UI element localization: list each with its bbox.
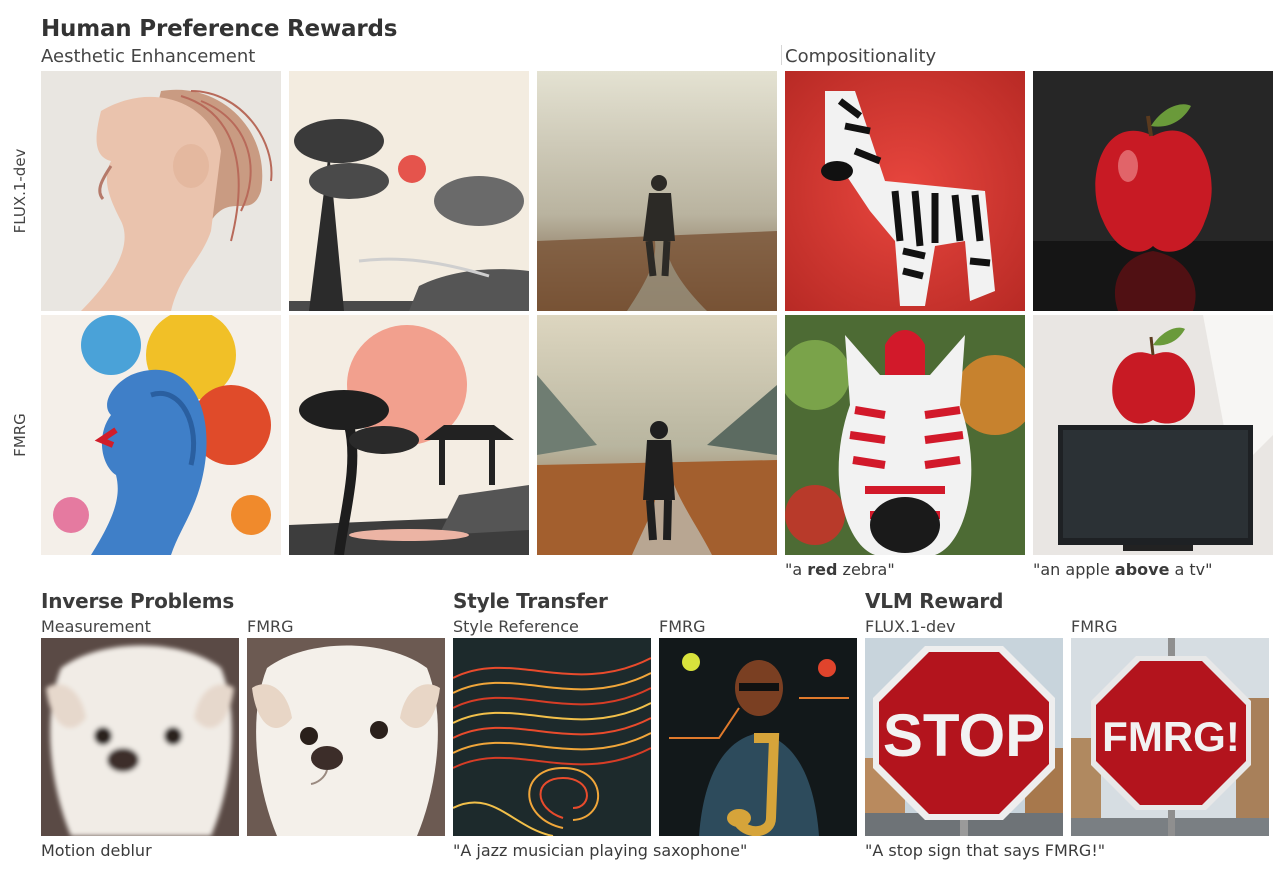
- label-style-fmrg: FMRG: [659, 617, 706, 636]
- saxophone-image: [659, 638, 857, 836]
- apple-image: [1033, 71, 1273, 311]
- red-zebra-image: [785, 315, 1025, 555]
- fmrg-sign-text: FMRG!: [1102, 713, 1240, 760]
- fmrg-sign-image: FMRG!: [1071, 638, 1269, 836]
- valley-walker-image: [537, 315, 777, 555]
- inverse-title: Inverse Problems: [41, 589, 235, 613]
- stop-sign-text: STOP: [883, 702, 1045, 769]
- portrait-image: [41, 71, 281, 311]
- caption-motion-deblur: Motion deblur: [41, 841, 152, 860]
- abstract-lines-image: [453, 638, 651, 836]
- stop-sign-image: STOP: [865, 638, 1063, 836]
- ink-landscape-image: [289, 71, 529, 311]
- foggy-walker-image: [537, 71, 777, 311]
- dog-blurred-image: [41, 638, 239, 836]
- aesthetic-subtitle: Aesthetic Enhancement: [41, 46, 256, 67]
- label-measurement: Measurement: [41, 617, 151, 636]
- style-title: Style Transfer: [453, 589, 608, 613]
- label-vlm-flux: FLUX.1-dev: [865, 617, 956, 636]
- section-divider: [781, 45, 782, 65]
- caption-jazz: "A jazz musician playing saxophone": [453, 841, 748, 860]
- ink-pagoda-image: [289, 315, 529, 555]
- label-style-reference: Style Reference: [453, 617, 579, 636]
- caption-apple-tv: "an apple above a tv": [1033, 560, 1213, 579]
- row-label-bottom: FMRG: [11, 413, 29, 457]
- zebra-image: [785, 71, 1025, 311]
- caption-red-zebra: "a red zebra": [785, 560, 895, 579]
- portrait-colorful-image: [41, 315, 281, 555]
- label-inverse-fmrg: FMRG: [247, 617, 294, 636]
- row-label-top: FLUX.1-dev: [11, 148, 29, 234]
- figure-title: Human Preference Rewards: [41, 16, 398, 42]
- apple-on-tv-image: [1033, 315, 1273, 555]
- dog-image: [247, 638, 445, 836]
- caption-stop-sign: "A stop sign that says FMRG!": [865, 841, 1106, 860]
- vlm-title: VLM Reward: [865, 589, 1004, 613]
- compositionality-subtitle: Compositionality: [785, 46, 937, 67]
- label-vlm-fmrg: FMRG: [1071, 617, 1118, 636]
